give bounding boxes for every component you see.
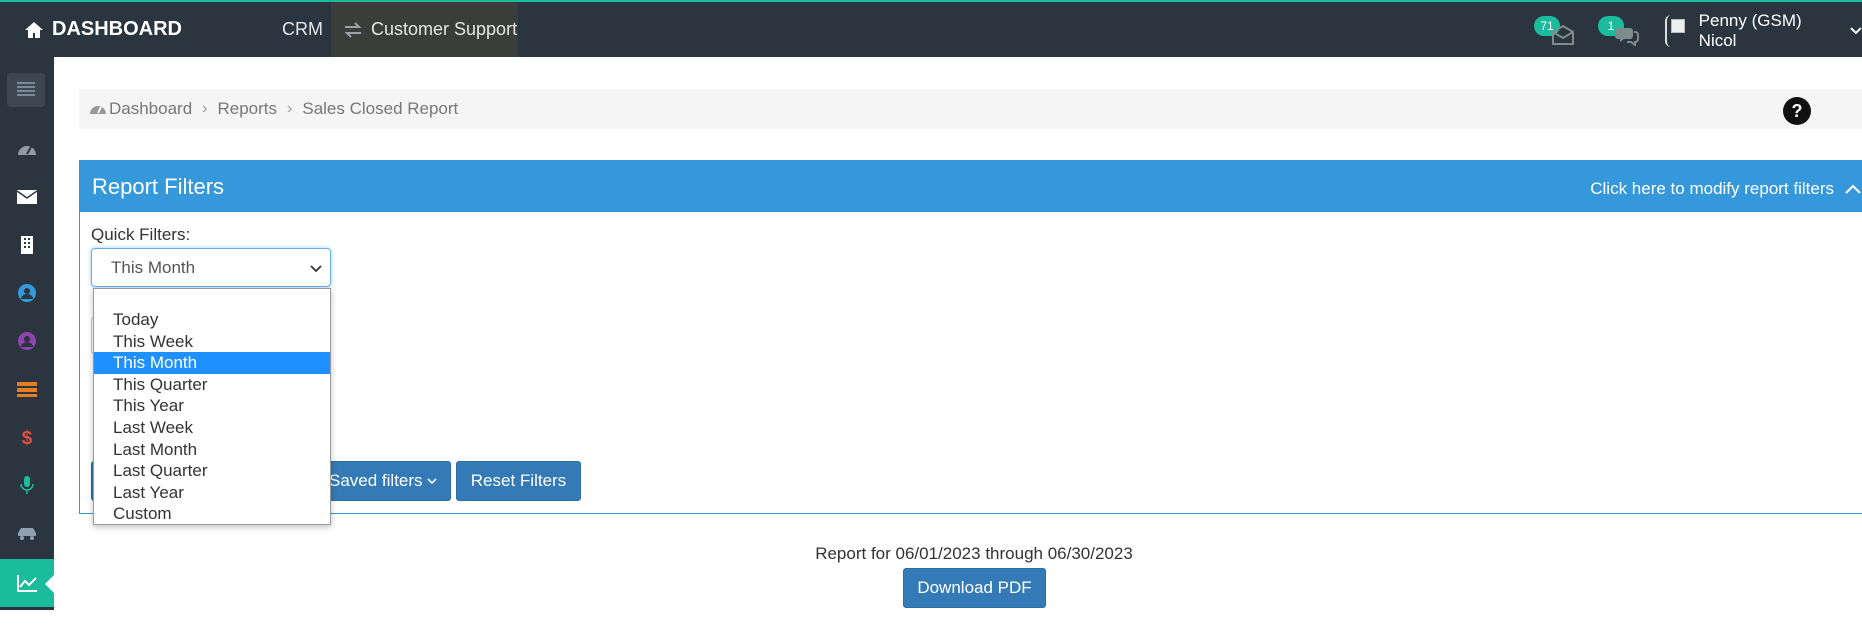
breadcrumb-reports[interactable]: Reports <box>218 99 278 119</box>
svg-text:$: $ <box>22 428 33 447</box>
reset-filters-button[interactable]: Reset Filters <box>456 461 581 501</box>
envelope-icon <box>16 190 38 204</box>
download-pdf-label: Download PDF <box>917 578 1032 597</box>
user-name: Penny (GSM) Nicol <box>1698 11 1802 50</box>
comments-icon <box>1615 28 1639 46</box>
mail-notifications[interactable]: 71 <box>1534 12 1578 48</box>
quick-filters-label: Quick Filters: <box>91 225 191 244</box>
microphone-icon <box>20 476 34 494</box>
sidebar-item-mail[interactable] <box>0 173 54 221</box>
dropdown-option[interactable] <box>94 289 330 309</box>
panel-heading[interactable]: Report Filters Click here to modify repo… <box>80 161 1862 212</box>
sidebar-toggle[interactable] <box>7 73 45 107</box>
dropdown-option[interactable]: This Week <box>94 331 330 353</box>
dropdown-option[interactable]: Custom <box>94 503 330 525</box>
sidebar-item-company[interactable] <box>0 221 54 269</box>
user-circle-icon <box>18 284 36 302</box>
sidebar-item-reports[interactable] <box>0 559 54 607</box>
panel-title: Report Filters <box>92 174 225 199</box>
sidebar-item-calls[interactable] <box>0 461 54 509</box>
nav-customer-support[interactable]: Customer Support <box>331 2 518 57</box>
chat-notifications[interactable]: 1 <box>1598 12 1642 48</box>
nav-crm-label: CRM <box>282 19 323 39</box>
nav-crm[interactable]: CRM <box>282 2 323 57</box>
saved-filters-label: Saved filters <box>329 471 423 490</box>
brand-label: DASHBOARD <box>52 18 182 40</box>
chevron-down-icon <box>426 478 437 485</box>
user-menu[interactable]: Penny (GSM) Nicol <box>1665 11 1862 50</box>
building-icon <box>21 236 33 254</box>
modify-filters-label: Click here to modify report filters <box>1590 179 1834 198</box>
menu-toggle-icon <box>17 82 35 96</box>
quick-filters-select[interactable]: This Month <box>91 248 331 287</box>
dropdown-option[interactable]: Today <box>94 309 330 331</box>
breadcrumb-separator: › <box>287 100 293 117</box>
home-icon <box>25 21 43 38</box>
sidebar-item-contacts[interactable] <box>0 269 54 317</box>
dollar-icon: $ <box>22 428 33 447</box>
exchange-icon <box>344 21 362 38</box>
dashboard-icon <box>90 106 106 114</box>
chevron-up-icon <box>1845 184 1861 194</box>
report-date-range: Report for 06/01/2023 through 06/30/2023 <box>815 544 1133 563</box>
brand-link[interactable]: DASHBOARD <box>0 2 243 57</box>
dropdown-option[interactable]: Last Month <box>94 439 330 461</box>
dropdown-option[interactable]: This Quarter <box>94 374 330 396</box>
line-chart-icon <box>17 575 37 592</box>
dropdown-option[interactable]: This Year <box>94 395 330 417</box>
sidebar: $ <box>0 57 54 610</box>
dropdown-option[interactable]: Last Week <box>94 417 330 439</box>
breadcrumb-separator: › <box>202 100 208 117</box>
avatar <box>1665 15 1691 47</box>
help-icon[interactable]: ? <box>1782 96 1812 126</box>
sidebar-item-dashboard[interactable] <box>0 125 54 173</box>
reset-filters-label: Reset Filters <box>470 471 567 490</box>
tasks-icon <box>17 382 37 397</box>
dropdown-option[interactable]: Last Year <box>94 482 330 504</box>
sidebar-item-users[interactable] <box>0 317 54 365</box>
saved-filters-button[interactable]: Saved filters <box>318 461 451 501</box>
breadcrumb-dashboard[interactable]: Dashboard <box>109 99 192 119</box>
user-circle-icon <box>18 332 36 350</box>
dropdown-option-selected[interactable]: This Month <box>94 352 330 374</box>
svg-text:?: ? <box>1792 101 1803 121</box>
breadcrumb: Dashboard › Reports › Sales Closed Repor… <box>79 89 1862 129</box>
nav-customer-support-label: Customer Support <box>371 19 518 39</box>
chevron-down-icon <box>1850 27 1862 35</box>
quick-filters-selected: This Month <box>111 257 196 277</box>
breadcrumb-current: Sales Closed Report <box>302 99 459 118</box>
quick-filters-dropdown: Today This Week This Month This Quarter … <box>93 288 331 525</box>
sidebar-item-tasks[interactable] <box>0 365 54 413</box>
envelope-icon <box>1552 24 1574 45</box>
dropdown-option[interactable]: Last Quarter <box>94 460 330 482</box>
sidebar-item-sales[interactable]: $ <box>0 413 54 461</box>
top-navbar: DASHBOARD CRM Customer Support 71 1 Penn… <box>0 0 1862 57</box>
download-pdf-button[interactable]: Download PDF <box>903 568 1046 608</box>
modify-filters-toggle[interactable]: Click here to modify report filters <box>1590 179 1862 199</box>
chevron-down-icon <box>310 265 322 273</box>
dashboard-icon <box>18 146 36 155</box>
car-icon <box>18 528 36 540</box>
